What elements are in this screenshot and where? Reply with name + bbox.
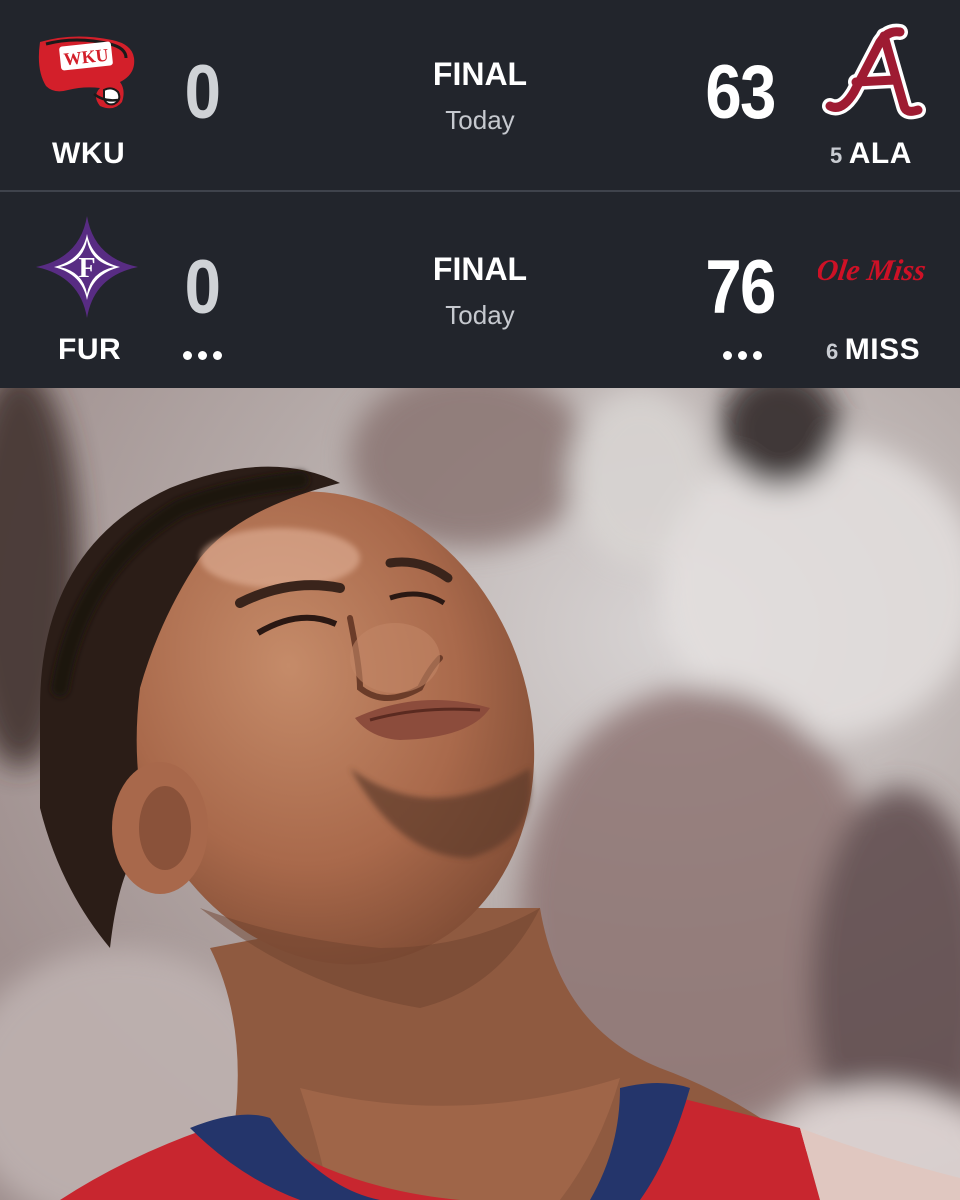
- game-status: FINAL: [432, 56, 528, 92]
- game-date: Today: [445, 300, 515, 330]
- player-looking-up-photo: [0, 388, 960, 1200]
- home-team-label: 5 ALA: [830, 137, 912, 171]
- home-team-abbr: MISS: [844, 333, 921, 366]
- ole-miss-wordmark: Ole Miss: [818, 253, 928, 287]
- alabama-logo-icon: [820, 22, 928, 122]
- furman-monogram: F: [78, 253, 95, 284]
- game-status: FINAL: [432, 251, 528, 287]
- home-team-label: 6 MISS: [826, 333, 920, 367]
- home-more-dots-icon[interactable]: [712, 348, 772, 362]
- furman-logo-icon: F: [34, 214, 140, 320]
- ole-miss-logo-icon: Ole Miss: [814, 250, 930, 290]
- away-more-dots-icon[interactable]: [172, 348, 232, 362]
- away-team-abbr: FUR: [58, 333, 122, 366]
- home-team-rank: 6: [826, 339, 839, 364]
- game-row[interactable]: WKU WKU 0 FINAL Today 63 5 ALA: [0, 0, 960, 190]
- game-row[interactable]: F FUR 0 FINAL Today 76 Ole Miss 6 MISS: [0, 192, 960, 388]
- home-team-abbr: ALA: [848, 137, 912, 170]
- game-date: Today: [445, 105, 515, 135]
- away-team-abbr: WKU: [52, 137, 126, 170]
- scoreboard: WKU WKU 0 FINAL Today 63 5 ALA F FUR 0 F…: [0, 0, 960, 388]
- page: WKU WKU 0 FINAL Today 63 5 ALA F FUR 0 F…: [0, 0, 960, 1200]
- away-score: 0: [184, 245, 221, 330]
- player-photo: [0, 388, 960, 1200]
- home-score: 76: [705, 245, 776, 330]
- home-team-rank: 5: [830, 143, 843, 168]
- away-score: 0: [184, 50, 221, 135]
- wku-logo-icon: WKU: [34, 30, 140, 114]
- home-score: 63: [705, 50, 776, 135]
